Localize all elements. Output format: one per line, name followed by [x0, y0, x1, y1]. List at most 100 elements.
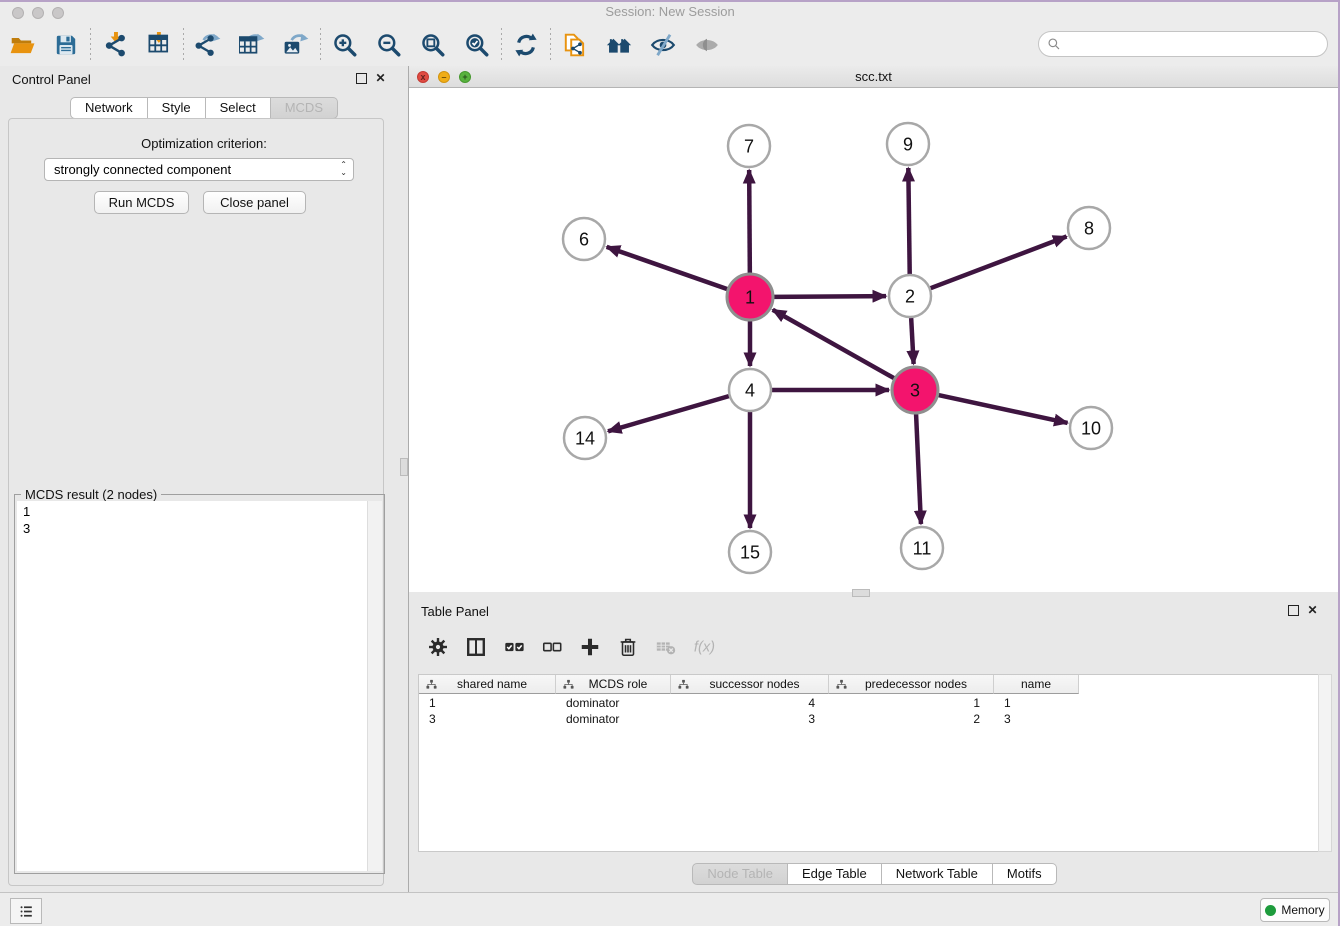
import-network-button[interactable]	[93, 27, 137, 63]
column-header-name[interactable]: name	[994, 675, 1079, 694]
toolbar-group	[93, 27, 181, 63]
delete-column-button[interactable]	[609, 629, 647, 665]
edge-4-14[interactable]	[608, 396, 729, 431]
select-all-icon	[503, 636, 525, 658]
network-view-window: x – + scc.txt 7968124314101511	[409, 66, 1338, 592]
column-header-label: predecessor nodes	[865, 677, 967, 691]
task-history-button[interactable]	[10, 898, 42, 924]
column-header-shared-name[interactable]: shared name	[419, 675, 556, 694]
table-cell[interactable]: 3	[994, 711, 1079, 727]
zoom-selected-button[interactable]	[455, 27, 499, 63]
table-cell[interactable]: 1	[419, 695, 556, 711]
table-row[interactable]: 1dominator411	[419, 695, 1326, 711]
tab-edge-table[interactable]: Edge Table	[788, 863, 882, 885]
hide-selected-icon	[650, 32, 676, 58]
control-panel-close-icon[interactable]: ✕	[375, 73, 386, 84]
zoom-out-icon	[376, 32, 402, 58]
edge-2-8[interactable]	[931, 237, 1067, 289]
show-all-icon	[694, 32, 720, 58]
mcds-result-list[interactable]: 13	[17, 501, 368, 871]
run-mcds-button[interactable]: Run MCDS	[94, 191, 189, 214]
table-panel-float-icon[interactable]	[1288, 605, 1299, 616]
export-image-icon	[283, 32, 309, 58]
node-table[interactable]: shared name MCDS role successor nodes pr…	[418, 674, 1327, 852]
criterion-dropdown[interactable]: strongly connected component ⌃⌄	[44, 158, 354, 181]
save-session-button[interactable]	[44, 27, 88, 63]
select-all-button[interactable]	[495, 629, 533, 665]
tab-network-table[interactable]: Network Table	[882, 863, 993, 885]
add-column-button[interactable]	[571, 629, 609, 665]
table-cell[interactable]: 1	[994, 695, 1079, 711]
tab-select[interactable]: Select	[206, 97, 271, 119]
column-header-MCDS-role[interactable]: MCDS role	[556, 675, 671, 694]
column-header-label: name	[1021, 677, 1051, 691]
toolbar-separator	[501, 28, 502, 62]
graph-node-label-7: 7	[744, 137, 754, 157]
table-scrollbar[interactable]	[1318, 674, 1332, 852]
mcds-result-item: 3	[23, 520, 362, 537]
edge-1-7[interactable]	[749, 170, 750, 273]
table-cell[interactable]: 1	[829, 695, 994, 711]
table-cell[interactable]: dominator	[556, 711, 671, 727]
tab-motifs[interactable]: Motifs	[993, 863, 1057, 885]
mcds-result-group: MCDS result (2 nodes) 13	[14, 494, 385, 874]
edge-3-11[interactable]	[916, 414, 921, 524]
export-table-button[interactable]	[230, 27, 274, 63]
table-cell[interactable]: dominator	[556, 695, 671, 711]
close-panel-button[interactable]: Close panel	[203, 191, 306, 214]
table-toolbar: f(x)	[419, 626, 723, 668]
network-window-titlebar[interactable]: x – + scc.txt	[409, 66, 1338, 88]
graph-node-label-6: 6	[579, 230, 589, 250]
table-cell[interactable]: 4	[671, 695, 829, 711]
main-toolbar	[0, 24, 1340, 67]
tab-style[interactable]: Style	[148, 97, 206, 119]
open-file-button[interactable]	[0, 27, 44, 63]
graph-node-label-4: 4	[745, 381, 755, 401]
toggle-columns-button[interactable]	[457, 629, 495, 665]
edge-3-10[interactable]	[938, 395, 1067, 423]
table-settings-button[interactable]	[419, 629, 457, 665]
zoom-in-button[interactable]	[323, 27, 367, 63]
graph-node-label-8: 8	[1084, 219, 1094, 239]
hide-selected-button[interactable]	[641, 27, 685, 63]
zoom-out-button[interactable]	[367, 27, 411, 63]
import-network-icon	[102, 32, 128, 58]
control-panel-float-icon[interactable]	[356, 73, 367, 84]
edge-3-1[interactable]	[773, 310, 894, 378]
export-network-icon	[195, 32, 221, 58]
export-network-button[interactable]	[186, 27, 230, 63]
edge-1-6[interactable]	[607, 247, 728, 289]
apply-layout-button[interactable]	[504, 27, 548, 63]
table-cell[interactable]: 3	[671, 711, 829, 727]
edge-1-2[interactable]	[774, 296, 886, 297]
search-box[interactable]	[1038, 31, 1328, 57]
zoom-fit-button[interactable]	[411, 27, 455, 63]
table-panel-close-icon[interactable]: ✕	[1307, 605, 1318, 616]
vertical-split-handle[interactable]	[400, 458, 408, 476]
new-network-from-selection-button[interactable]	[553, 27, 597, 63]
edge-2-3[interactable]	[911, 318, 913, 364]
edge-2-9[interactable]	[908, 168, 909, 274]
mcds-result-title: MCDS result (2 nodes)	[21, 487, 161, 502]
export-image-button[interactable]	[274, 27, 318, 63]
network-canvas[interactable]: 7968124314101511	[409, 88, 1338, 592]
column-header-label: MCDS role	[589, 677, 648, 691]
column-header-predecessor-nodes[interactable]: predecessor nodes	[829, 675, 994, 694]
horizontal-split-handle[interactable]	[852, 589, 870, 597]
table-cell[interactable]: 3	[419, 711, 556, 727]
deselect-all-button[interactable]	[533, 629, 571, 665]
search-input[interactable]	[1065, 36, 1327, 53]
toolbar-separator	[550, 28, 551, 62]
table-cell[interactable]: 2	[829, 711, 994, 727]
tab-network[interactable]: Network	[70, 97, 148, 119]
tab-node-table[interactable]: Node Table	[692, 863, 788, 885]
first-neighbors-button[interactable]	[597, 27, 641, 63]
memory-button[interactable]: Memory	[1260, 898, 1330, 922]
mcds-result-scrollbar[interactable]	[367, 501, 382, 871]
table-settings-icon	[427, 636, 449, 658]
tab-mcds[interactable]: MCDS	[271, 97, 338, 119]
import-table-button[interactable]	[137, 27, 181, 63]
toolbar-group	[504, 27, 548, 63]
table-row[interactable]: 3dominator323	[419, 711, 1326, 727]
column-header-successor-nodes[interactable]: successor nodes	[671, 675, 829, 694]
